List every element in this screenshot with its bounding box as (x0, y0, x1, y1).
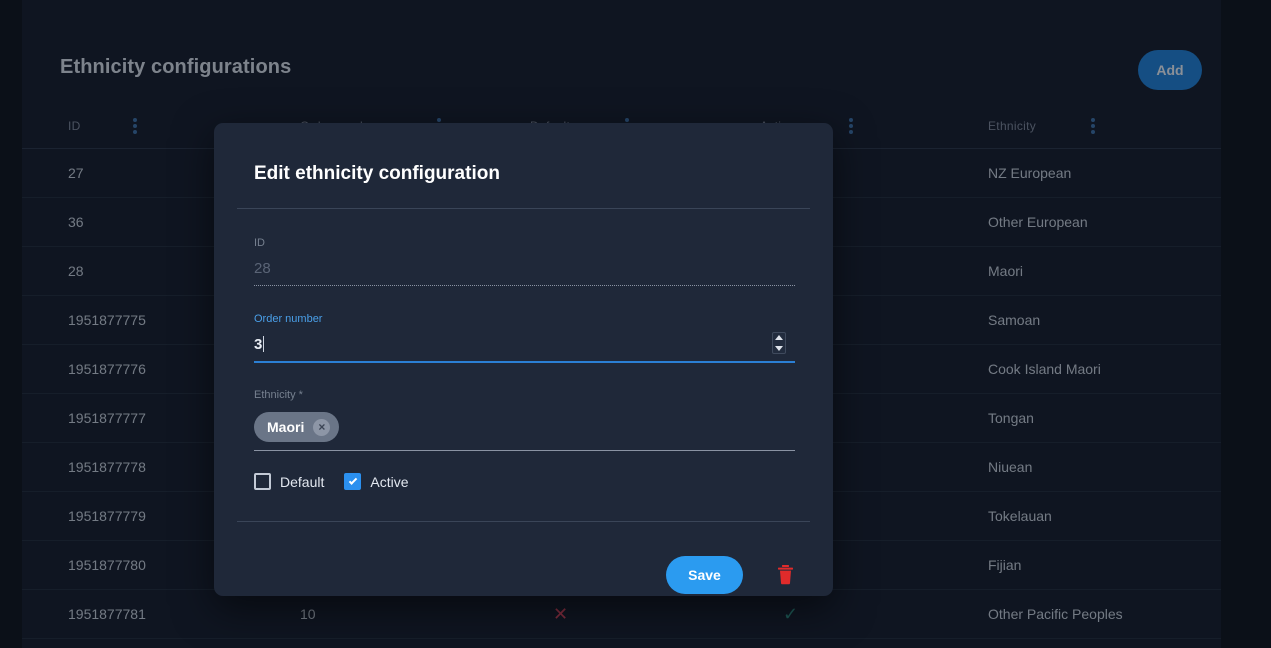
ethnicity-field-label: Ethnicity * (254, 389, 303, 401)
number-stepper[interactable] (772, 332, 786, 354)
page-content: Ethnicity configurations Add ID Order nu… (22, 0, 1221, 648)
order-number-field-group: Order number 3 (254, 313, 795, 363)
active-checkbox-label: Active (370, 473, 409, 490)
dialog-divider-bottom (237, 521, 810, 522)
text-caret (263, 336, 265, 352)
order-number-field-label: Order number (254, 313, 323, 325)
app-root: Ethnicity configurations Add ID Order nu… (0, 0, 1271, 648)
ethnicity-field-underline (254, 450, 795, 451)
id-field-group: ID 28 (254, 237, 795, 286)
checkbox-row: Default Active (254, 473, 408, 490)
chip-remove-icon[interactable]: × (313, 418, 331, 436)
delete-button[interactable] (772, 561, 798, 589)
active-checkbox-box[interactable] (344, 473, 362, 490)
trash-icon (777, 565, 793, 585)
dialog-title: Edit ethnicity configuration (254, 163, 500, 184)
ethnicity-chip[interactable]: Maori × (254, 412, 340, 442)
order-number-field-underline (254, 361, 795, 363)
dialog-divider-top (237, 208, 810, 209)
ethnicity-field-group: Ethnicity * Maori × (254, 389, 795, 451)
default-checkbox-box[interactable] (254, 473, 271, 490)
stepper-up-icon[interactable] (775, 335, 783, 340)
edit-ethnicity-dialog: Edit ethnicity configuration ID 28 Order… (214, 123, 833, 596)
checkmark-icon (348, 475, 358, 485)
order-number-input[interactable]: 3 (254, 336, 262, 353)
id-field-value: 28 (254, 260, 271, 277)
stepper-down-icon[interactable] (775, 346, 783, 351)
ethnicity-chip-label: Maori (267, 419, 305, 435)
dialog-actions: Save (214, 543, 833, 594)
left-rail (0, 0, 22, 648)
default-checkbox-label: Default (280, 473, 325, 490)
id-field-underline (254, 285, 795, 286)
right-rail (1221, 0, 1271, 648)
id-field-label: ID (254, 237, 265, 249)
default-checkbox[interactable]: Default (254, 473, 324, 490)
save-button[interactable]: Save (666, 556, 743, 594)
active-checkbox[interactable]: Active (344, 473, 408, 490)
